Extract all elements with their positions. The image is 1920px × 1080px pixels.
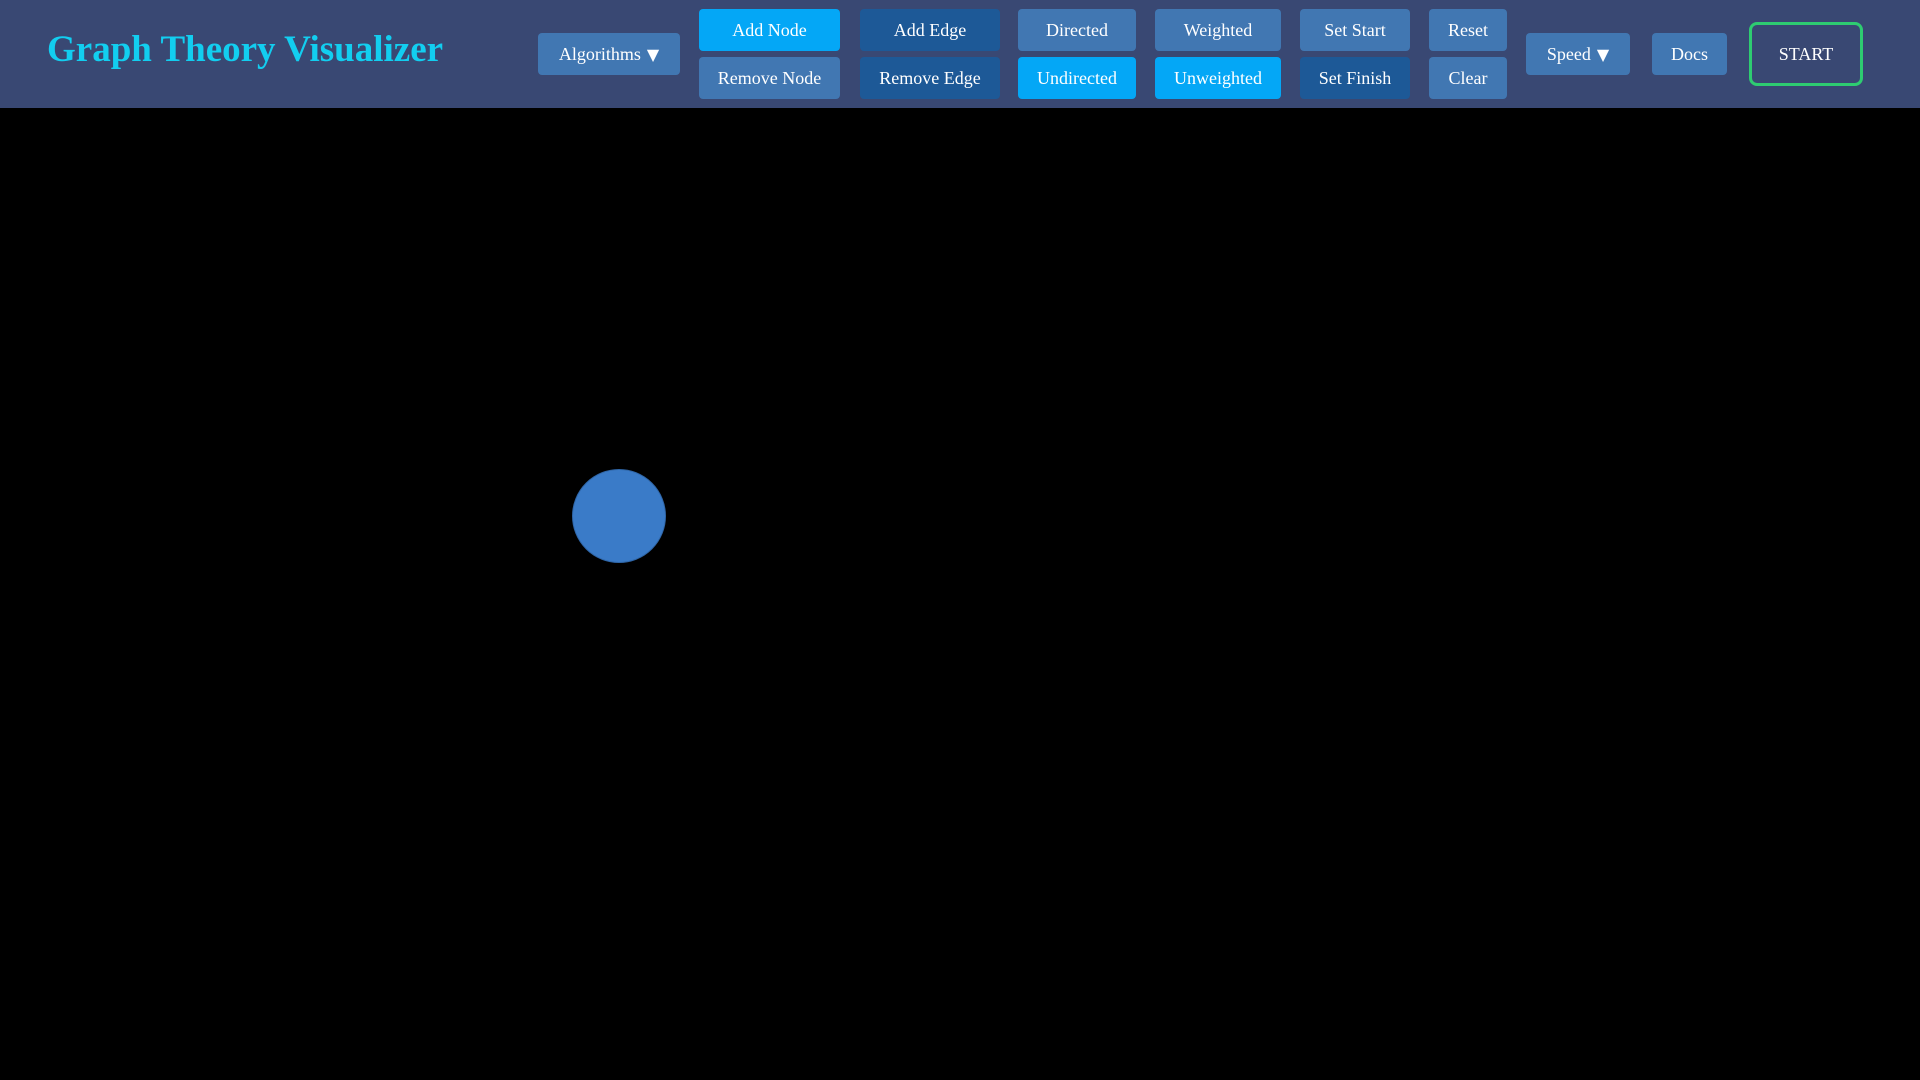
algorithms-dropdown-button[interactable]: Algorithms ▼ — [538, 33, 680, 75]
directed-button[interactable]: Directed — [1018, 9, 1136, 51]
chevron-down-icon: ▼ — [1596, 44, 1610, 64]
speed-label: Speed — [1546, 43, 1591, 64]
weighted-button[interactable]: Weighted — [1155, 9, 1281, 51]
docs-button[interactable]: Docs — [1652, 33, 1727, 75]
add-edge-button[interactable]: Add Edge — [860, 9, 1000, 51]
add-node-button[interactable]: Add Node — [699, 9, 840, 51]
graph-canvas[interactable] — [0, 108, 1920, 1080]
remove-node-button[interactable]: Remove Node — [699, 57, 840, 99]
graph-node[interactable] — [572, 469, 666, 563]
undirected-button[interactable]: Undirected — [1018, 57, 1136, 99]
remove-edge-button[interactable]: Remove Edge — [860, 57, 1000, 99]
unweighted-button[interactable]: Unweighted — [1155, 57, 1281, 99]
navbar: Graph Theory Visualizer Algorithms ▼ Add… — [0, 0, 1920, 108]
clear-button[interactable]: Clear — [1429, 57, 1507, 99]
reset-button[interactable]: Reset — [1429, 9, 1507, 51]
chevron-down-icon: ▼ — [646, 44, 660, 64]
set-finish-button[interactable]: Set Finish — [1300, 57, 1410, 99]
app-title: Graph Theory Visualizer — [47, 29, 444, 70]
algorithms-label: Algorithms — [558, 43, 641, 64]
start-button[interactable]: START — [1749, 22, 1863, 86]
speed-dropdown-button[interactable]: Speed ▼ — [1526, 33, 1630, 75]
set-start-button[interactable]: Set Start — [1300, 9, 1410, 51]
